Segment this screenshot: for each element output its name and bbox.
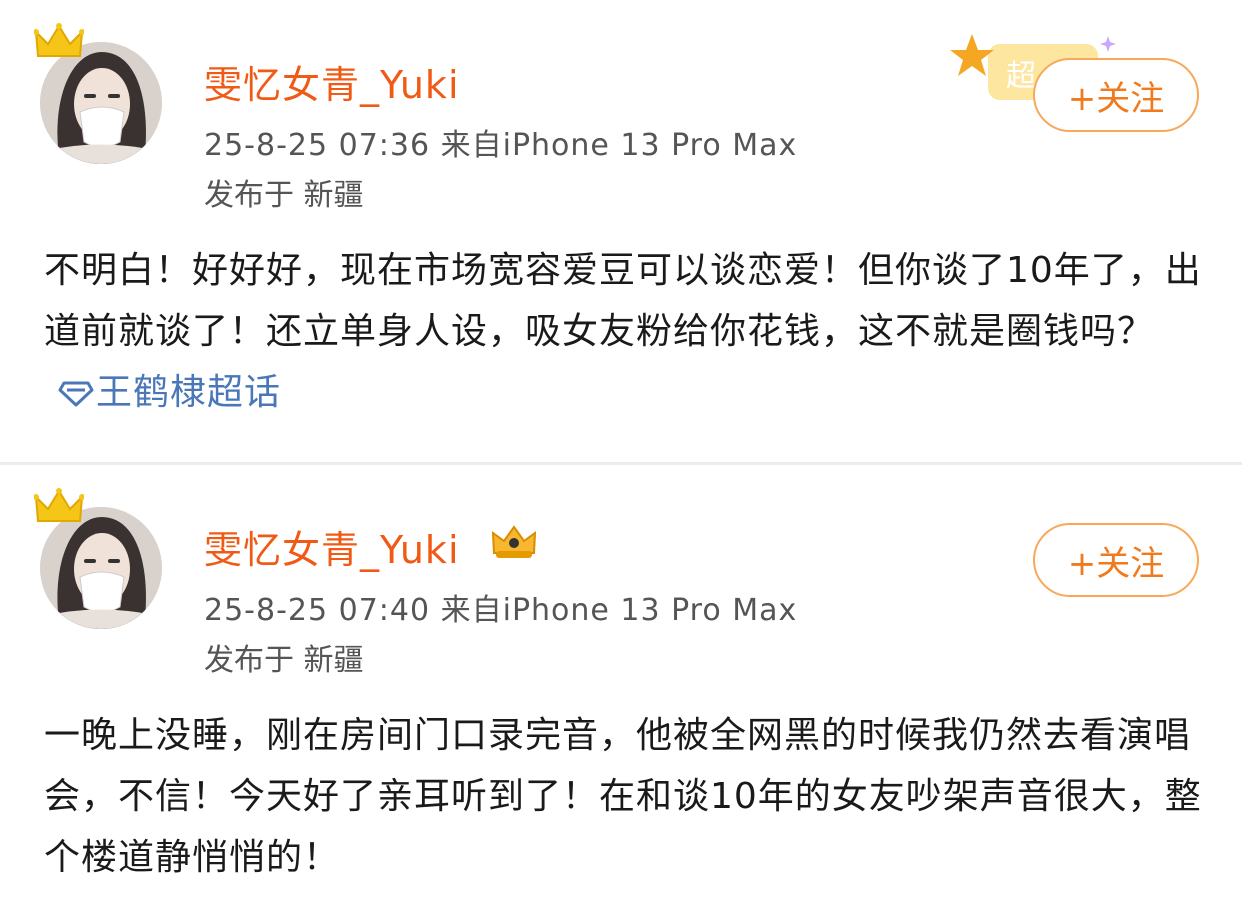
super-topic-label: 王鹤棣超话 xyxy=(96,372,282,413)
super-topic-link[interactable]: 王鹤棣超话 xyxy=(44,372,281,413)
post-body: 不明白！好好好，现在市场宽容爱豆可以谈恋爱！但你谈了10年了，出道前就谈了！还立… xyxy=(44,240,1204,423)
username[interactable]: 雯忆女青_Yuki xyxy=(204,519,460,574)
post-body-text: 一晚上没睡，刚在房间门口录完音，他被全网黑的时候我仍然去看演唱会，不信！今天好了… xyxy=(44,715,1202,878)
post-meta: 25-8-25 07:36 来自iPhone 13 Pro Max xyxy=(204,128,798,163)
avatar[interactable] xyxy=(34,23,164,166)
vip-crown-icon xyxy=(491,525,537,558)
crown-icon xyxy=(34,23,84,57)
post-body: 一晚上没睡，刚在房间门口录完音，他被全网黑的时候我仍然去看演唱会，不信！今天好了… xyxy=(44,705,1204,888)
post-card: 雯忆女青_Yuki 25-8-25 07:40 来自iPhone 13 Pro … xyxy=(0,465,1242,921)
badge-text: 超 xyxy=(1006,59,1036,94)
post-meta: 25-8-25 07:40 来自iPhone 13 Pro Max xyxy=(204,593,798,628)
crown-icon xyxy=(34,488,84,522)
follow-button[interactable]: +关注 xyxy=(1033,58,1199,132)
follow-button-label: +关注 xyxy=(1067,78,1165,119)
follow-button[interactable]: +关注 xyxy=(1033,523,1199,597)
follow-button-label: +关注 xyxy=(1067,543,1165,584)
username[interactable]: 雯忆女青_Yuki xyxy=(204,54,460,109)
post-location: 发布于 新疆 xyxy=(204,178,364,213)
post-card: 超 雯忆女青_Yuki 25-8-25 07:36 来自iPhone 13 Pr… xyxy=(0,0,1242,462)
avatar[interactable] xyxy=(34,488,164,631)
post-body-text: 不明白！好好好，现在市场宽容爱豆可以谈恋爱！但你谈了10年了，出道前就谈了！还立… xyxy=(44,250,1202,352)
super-topic-diamond-icon xyxy=(58,381,94,407)
post-location: 发布于 新疆 xyxy=(204,643,364,678)
